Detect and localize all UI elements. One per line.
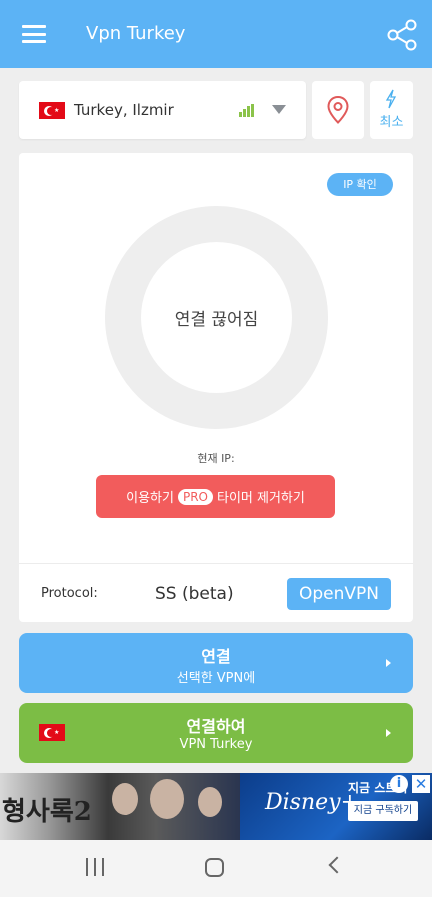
ad-cta-button[interactable]: 지금 구독하기: [348, 801, 418, 821]
ad-info-icon[interactable]: i: [390, 775, 408, 793]
location-name: Turkey, Ilzmir: [74, 101, 174, 119]
play-arrow-icon: [386, 729, 391, 737]
protocol-label: Protocol:: [41, 586, 98, 601]
app-bar: Vpn Turkey: [0, 0, 432, 68]
bolt-icon: [385, 89, 397, 109]
promo-suffix: 타이머 제거하기: [217, 491, 305, 506]
connect-country-subtitle: VPN Turkey: [179, 737, 253, 752]
connect-selected-title: 연결: [201, 647, 231, 666]
ad-banner[interactable]: 형사록2 Disney+ 지금 스트리 지금 구독하기 i ✕: [0, 773, 432, 840]
chevron-down-icon[interactable]: [272, 105, 286, 114]
location-selector[interactable]: ★ Turkey, Ilzmir: [19, 81, 306, 139]
system-nav-bar: [0, 840, 432, 897]
turkey-flag-icon: ★: [39, 102, 65, 119]
location-pin-icon: [327, 96, 349, 124]
back-icon[interactable]: [328, 856, 346, 874]
divider: [19, 563, 413, 564]
share-icon[interactable]: [386, 18, 418, 52]
play-arrow-icon: [386, 659, 391, 667]
signal-icon: [239, 104, 255, 117]
protocol-current[interactable]: SS (beta): [155, 584, 234, 604]
home-icon[interactable]: [205, 858, 224, 877]
pro-promo-button[interactable]: 이용하기 PRO 타이머 제거하기: [96, 475, 335, 518]
connect-country-button[interactable]: ★ 연결하여 VPN Turkey: [19, 703, 413, 763]
connection-state: 연결 끊어짐: [174, 310, 259, 330]
ad-close-icon[interactable]: ✕: [412, 775, 430, 793]
ad-title: 형사록2: [2, 797, 92, 827]
status-card: IP 확인 연결 끊어짐 현재 IP: 이용하기 PRO 타이머 제거하기 Pr…: [19, 153, 413, 622]
connect-selected-subtitle: 선택한 VPN에: [176, 671, 256, 686]
pro-badge: PRO: [177, 488, 213, 505]
ad-brand: Disney+: [265, 790, 360, 815]
fastest-server-button[interactable]: 최소: [370, 81, 413, 139]
app-title: Vpn Turkey: [86, 23, 186, 44]
current-ip-label: 현재 IP:: [197, 452, 235, 465]
connect-selected-button[interactable]: 연결 선택한 VPN에: [19, 633, 413, 693]
connect-country-title: 연결하여: [186, 717, 246, 736]
location-pin-button[interactable]: [312, 81, 364, 139]
protocol-openvpn-button[interactable]: OpenVPN: [287, 578, 391, 610]
menu-icon[interactable]: [22, 25, 46, 43]
recent-apps-icon[interactable]: [86, 858, 104, 876]
ip-check-button[interactable]: IP 확인: [327, 173, 393, 196]
fastest-label: 최소: [379, 115, 404, 130]
promo-prefix: 이용하기: [126, 491, 174, 506]
